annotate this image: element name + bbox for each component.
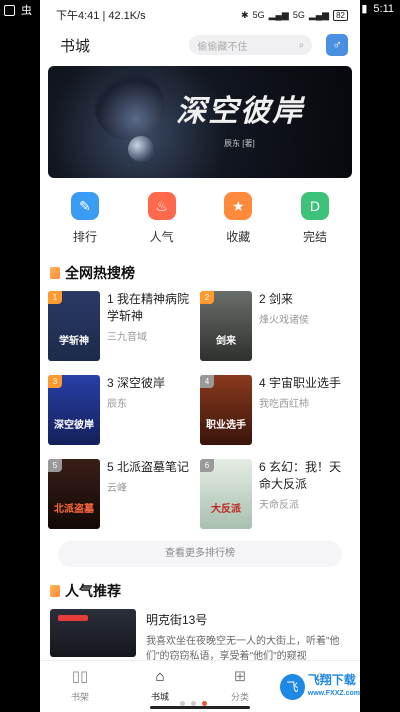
tab-label: 分类 (230, 692, 249, 702)
app-window: 下午4:41 | 42.1K/s ✱ 5G ▂▄▆ 5G ▂▄▆ 82 书城 偷… (40, 0, 360, 712)
main-content: 深空彼岸 辰东 [著] ✎ 排行 ♨ 人气 ★ 收藏 D 完结 全网热搜榜 1 … (40, 60, 360, 664)
battery-icon: ▮ (361, 3, 368, 15)
book-cover: 6 大反派 (200, 459, 252, 529)
tab-label: 书城 (150, 692, 169, 702)
book-title: 2 剑来 (259, 292, 294, 306)
search-placeholder: 偷偷藏不住 (197, 41, 248, 53)
cover-text: 北派盗墓 (54, 504, 94, 515)
done-icon: D (300, 192, 329, 220)
more-rankings-button[interactable]: 查看更多排行榜 (58, 541, 342, 567)
rank-badge: 2 (200, 291, 214, 304)
book-title: 1 我在精神病院学斩神 (107, 292, 190, 323)
list-icon: ✎ (71, 192, 99, 220)
book-author: 烽火戏诸侯 (259, 315, 309, 326)
rank-badge: 1 (48, 291, 62, 304)
cover-text: 学斩神 (59, 336, 89, 347)
fire-icon: ♨ (147, 192, 176, 220)
book-cover: 1 学斩神 (48, 291, 100, 361)
banner-title: 深空彼岸 (176, 94, 304, 129)
network-label-2: 5G (292, 10, 305, 20)
rank-badge: 4 (200, 375, 214, 388)
bluetooth-icon: ✱ (241, 9, 249, 20)
book-item[interactable]: 1 学斩神 1 我在精神病院学斩神 三九音域 (48, 291, 200, 361)
rank-badge: 5 (48, 459, 62, 472)
banner[interactable]: 深空彼岸 辰东 [著] (48, 66, 352, 178)
recommend-item[interactable]: 明克街13号 我喜欢坐在夜晚空无一人的大街上，听着"他们"的窃窃私语，享受着"他… (48, 609, 352, 664)
hot-section-header: 全网热搜榜 (48, 253, 352, 291)
category-row: ✎ 排行 ♨ 人气 ★ 收藏 D 完结 (48, 178, 352, 253)
book-item[interactable]: 6 大反派 6 玄幻：我！天命大反派 天命反派 (200, 459, 352, 529)
category-favorite[interactable]: ★ 收藏 (211, 192, 265, 245)
book-title: 5 北派盗墓笔记 (107, 460, 190, 474)
signal-icon: ▂▄▆ (268, 9, 289, 20)
home-indicator[interactable] (150, 706, 250, 709)
home-icon: ⌂ (155, 668, 165, 685)
watermark-url: www.FXXZ.com (307, 690, 360, 697)
category-label: 排行 (72, 230, 97, 244)
tab-label: 书架 (70, 692, 89, 702)
tab-bookshelf[interactable]: ▯▯ 书架 (55, 667, 105, 712)
signal-icon-2: ▂▄▆ (308, 9, 330, 20)
section-title: 全网热搜榜 (65, 265, 135, 281)
book-item[interactable]: 2 剑来 2 剑来 烽火戏诸侯 (200, 291, 352, 361)
book-author: 天命反派 (259, 500, 299, 511)
book-icon: ▯▯ (71, 668, 89, 685)
category-finished[interactable]: D 完结 (288, 192, 342, 245)
watermark-logo-icon: 飞 (280, 674, 305, 700)
book-item[interactable]: 4 职业选手 4 宇宙职业选手 我吃西红柿 (200, 375, 352, 445)
recommend-section-header: 人气推荐 (48, 571, 352, 609)
section-marker-icon (50, 585, 60, 597)
category-label: 收藏 (226, 230, 251, 244)
watermark-text: 飞翔下载 www.FXXZ.com (308, 674, 360, 700)
recommend-cover (50, 609, 136, 657)
section-title: 人气推荐 (65, 583, 121, 599)
ch-icon: 虫 (21, 5, 32, 17)
rank-badge: 3 (48, 375, 62, 388)
search-icon: ⌕ (298, 39, 305, 51)
book-cover: 2 剑来 (200, 291, 252, 361)
book-title: 6 玄幻：我！天命大反派 (259, 460, 342, 491)
book-author: 我吃西红柿 (259, 399, 309, 410)
book-author: 三九音域 (107, 332, 147, 343)
page-title: 书城 (60, 37, 91, 55)
book-item[interactable]: 5 北派盗墓 5 北派盗墓笔记 云峰 (48, 459, 200, 529)
banner-subtitle: 辰东 [著] (224, 139, 255, 148)
search-input[interactable]: 偷偷藏不住 ⌕ (189, 35, 313, 55)
hot-books-grid: 1 学斩神 1 我在精神病院学斩神 三九音域 2 剑来 2 剑来 烽火戏诸侯 3… (48, 291, 352, 529)
cover-text: 职业选手 (206, 420, 246, 431)
book-cover: 5 北派盗墓 (48, 459, 100, 529)
book-author: 云峰 (107, 483, 127, 494)
watermark-title: 飞翔下载 (307, 673, 356, 687)
category-ranking[interactable]: ✎ 排行 (58, 192, 112, 245)
section-marker-icon (50, 267, 60, 279)
star-icon: ★ (224, 192, 253, 220)
network-label: 5G (252, 10, 265, 20)
grid-icon: ⊞ (233, 668, 247, 685)
status-bar: 下午4:41 | 42.1K/s ✱ 5G ▂▄▆ 5G ▂▄▆ 82 (40, 0, 360, 30)
book-cover: 4 职业选手 (200, 375, 252, 445)
moon-image (128, 136, 154, 162)
category-label: 完结 (302, 230, 327, 244)
cover-text: 大反派 (211, 504, 241, 515)
book-title: 4 宇宙职业选手 (259, 376, 342, 390)
planet-image (94, 70, 164, 140)
square-icon (4, 4, 15, 16)
header: 书城 偷偷藏不住 ⌕ ♂ (40, 30, 360, 60)
cover-text: 深空彼岸 (54, 420, 94, 431)
cover-text: 剑来 (216, 336, 236, 347)
book-author: 辰东 (107, 399, 127, 410)
battery-level: 82 (333, 9, 348, 21)
book-cover: 3 深空彼岸 (48, 375, 100, 445)
status-time: 下午4:41 | 42.1K/s (56, 10, 146, 22)
gender-toggle-button[interactable]: ♂ (326, 34, 348, 56)
book-item[interactable]: 3 深空彼岸 3 深空彼岸 辰东 (48, 375, 200, 445)
watermark: 飞 飞翔下载 www.FXXZ.com (280, 672, 360, 702)
book-title: 3 深空彼岸 (107, 376, 166, 390)
recommend-title: 明克街13号 (146, 613, 208, 627)
rank-badge: 6 (200, 459, 214, 472)
category-label: 人气 (149, 230, 174, 244)
category-popular[interactable]: ♨ 人气 (135, 192, 189, 245)
outer-time: 5:11 (373, 2, 394, 15)
